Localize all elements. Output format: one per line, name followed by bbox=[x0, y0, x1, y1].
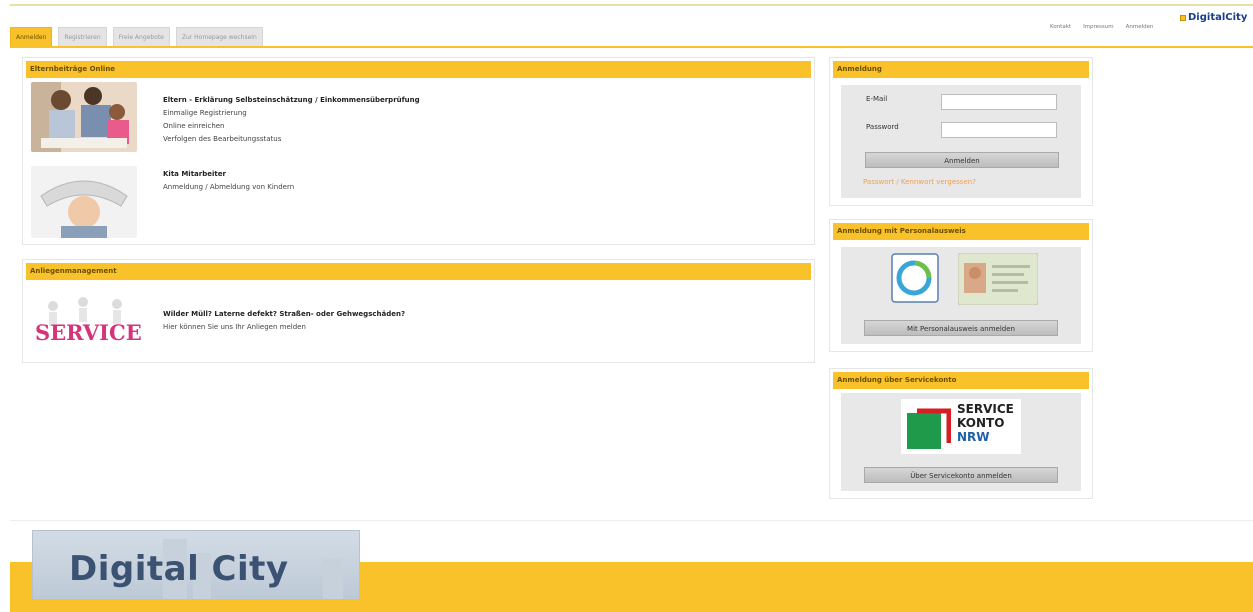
footer-separator bbox=[10, 520, 1253, 521]
servicekonto-panel-title: Anmeldung über Servicekonto bbox=[833, 372, 1089, 389]
ausweis-box: Mit Personalausweis anmelden bbox=[841, 247, 1081, 344]
tab-anmelden[interactable]: Anmelden bbox=[10, 27, 53, 47]
ausweis-panel-title: Anmeldung mit Personalausweis bbox=[833, 223, 1089, 240]
link-anmelden[interactable]: Anmelden bbox=[1126, 24, 1154, 30]
footer-logo-building bbox=[323, 559, 343, 599]
link-kontakt[interactable]: Kontakt bbox=[1050, 24, 1071, 30]
eltern-item1-title[interactable]: Eltern - Erklärung Selbsteinschätzung / … bbox=[163, 94, 723, 107]
eltern-item1-line2: Online einreichen bbox=[163, 122, 225, 130]
link-impressum[interactable]: Impressum bbox=[1083, 24, 1114, 30]
servicekonto-login-button[interactable]: Über Servicekonto anmelden bbox=[864, 467, 1058, 483]
email-field[interactable] bbox=[941, 94, 1057, 110]
footer-logo: Digital City bbox=[32, 530, 360, 600]
kita-photo bbox=[31, 166, 137, 238]
family-photo bbox=[31, 82, 137, 152]
ausweis-login-button[interactable]: Mit Personalausweis anmelden bbox=[864, 320, 1058, 336]
eltern-item2-text: Kita Mitarbeiter Anmeldung / Abmeldung v… bbox=[163, 168, 723, 194]
tab-underline bbox=[10, 46, 1253, 48]
anliegen-panel: Anliegenmanagement SERVICE Wilder Müll? … bbox=[22, 259, 815, 363]
anliegen-panel-title: Anliegenmanagement bbox=[26, 263, 811, 280]
eid-logo-icon bbox=[891, 253, 939, 303]
servicekonto-logo: SERVICE KONTO NRW bbox=[901, 399, 1021, 454]
ausweis-panel: Anmeldung mit Personalausweis Mit Person… bbox=[829, 219, 1093, 352]
tab-homepage[interactable]: Zur Homepage wechseln bbox=[175, 27, 263, 47]
forgot-password-link[interactable]: Passwort / Kennwort vergessen? bbox=[863, 178, 976, 186]
login-panel: Anmeldung E-Mail Password Anmelden Passw… bbox=[829, 57, 1093, 206]
eltern-item1-line1: Einmalige Registrierung bbox=[163, 109, 247, 117]
servicekonto-panel: Anmeldung über Servicekonto SERVICE KONT… bbox=[829, 368, 1093, 499]
tab-registrieren[interactable]: Registrieren bbox=[58, 27, 107, 47]
login-form: E-Mail Password Anmelden Passwort / Kenn… bbox=[841, 85, 1081, 198]
anliegen-item-text: Wilder Müll? Laterne defekt? Straßen- od… bbox=[163, 308, 723, 334]
email-label: E-Mail bbox=[866, 95, 888, 103]
servicekonto-box: SERVICE KONTO NRW Über Servicekonto anme… bbox=[841, 393, 1081, 491]
eltern-item1-text: Eltern - Erklärung Selbsteinschätzung / … bbox=[163, 94, 723, 146]
anliegen-item-line1: Hier können Sie uns Ihr Anliegen melden bbox=[163, 323, 306, 331]
servicekonto-logo-icon bbox=[907, 408, 951, 449]
service-image-text: SERVICE bbox=[35, 320, 142, 345]
eltern-panel-title: Elternbeiträge Online bbox=[26, 61, 811, 78]
top-links: Kontakt Impressum Anmelden bbox=[1050, 24, 1166, 30]
anliegen-item-title[interactable]: Wilder Müll? Laterne defekt? Straßen- od… bbox=[163, 308, 723, 321]
login-panel-title: Anmeldung bbox=[833, 61, 1089, 78]
login-button[interactable]: Anmelden bbox=[865, 152, 1059, 168]
eltern-item1-line3: Verfolgen des Bearbeitungsstatus bbox=[163, 135, 282, 143]
eltern-item2-line1: Anmeldung / Abmeldung von Kindern bbox=[163, 183, 295, 191]
servicekonto-logo-line2: KONTO bbox=[957, 416, 1005, 430]
brand-name: DigitalCity bbox=[1188, 12, 1248, 23]
password-field[interactable] bbox=[941, 122, 1057, 138]
eltern-item2-title[interactable]: Kita Mitarbeiter bbox=[163, 168, 723, 181]
id-card-image bbox=[958, 253, 1038, 305]
brand-logo[interactable]: DigitalCity bbox=[1180, 12, 1247, 23]
brand-mark-icon bbox=[1180, 14, 1186, 21]
servicekonto-logo-line1: SERVICE bbox=[957, 402, 1014, 416]
eltern-panel: Elternbeiträge Online Eltern - Erklärung… bbox=[22, 57, 815, 245]
top-border bbox=[10, 4, 1253, 6]
password-label: Password bbox=[866, 123, 899, 131]
footer-logo-text: Digital City bbox=[69, 549, 289, 589]
tab-freie-angebote[interactable]: Freie Angebote bbox=[112, 27, 170, 47]
servicekonto-logo-line3: NRW bbox=[957, 430, 990, 444]
main-tabs: Anmelden Registrieren Freie Angebote Zur… bbox=[10, 27, 263, 47]
